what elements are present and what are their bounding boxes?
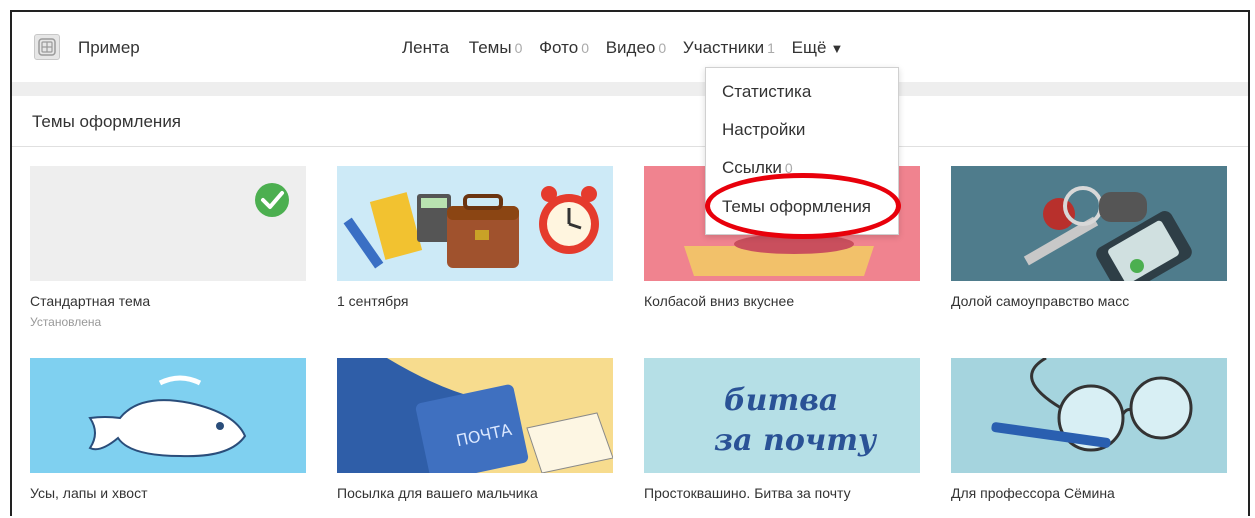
triangle-down-icon: ▼ bbox=[830, 41, 844, 56]
theme-name[interactable]: Колбасой вниз вкуснее bbox=[644, 293, 920, 309]
theme-card[interactable]: Для профессора Сёмина bbox=[951, 358, 1227, 501]
site-name[interactable]: Пример bbox=[78, 38, 140, 58]
battle-line-2: за почту bbox=[714, 423, 878, 458]
theme-card[interactable]: Стандартная тема Установлена bbox=[30, 166, 306, 329]
nav-label: Темы bbox=[468, 38, 512, 57]
section-header bbox=[12, 96, 1248, 147]
theme-card[interactable]: ПОЧТА Посылка для вашего мальчика bbox=[337, 358, 613, 501]
cloud-fish-illustration bbox=[88, 375, 247, 458]
nav-label: Видео bbox=[605, 38, 656, 57]
header-separator bbox=[12, 82, 1248, 96]
theme-name[interactable]: 1 сентября bbox=[337, 293, 613, 309]
nav-label: Фото bbox=[539, 38, 579, 57]
check-icon bbox=[255, 183, 289, 217]
menu-item-statistics[interactable]: Статистика bbox=[722, 82, 811, 102]
theme-card[interactable]: 1 сентября bbox=[337, 166, 613, 309]
nav-item-members[interactable]: Участники 1 bbox=[683, 38, 775, 58]
theme-card[interactable]: Долой самоуправство масс bbox=[951, 166, 1227, 309]
page-frame: Пример Лента Темы 0 Фото 0 Видео 0 Участник… bbox=[10, 10, 1250, 516]
nav-item-photos[interactable]: Фото 0 bbox=[539, 38, 589, 58]
nav-label: Ещё bbox=[791, 38, 827, 57]
theme-thumbnail[interactable]: битва за почту bbox=[644, 358, 920, 473]
menu-item-settings[interactable]: Настройки bbox=[722, 120, 805, 140]
theme-name[interactable]: Посылка для вашего мальчика bbox=[337, 485, 613, 501]
nav-count: 0 bbox=[581, 40, 589, 56]
nav-item-videos[interactable]: Видео 0 bbox=[606, 38, 666, 58]
nav-count: 1 bbox=[767, 40, 775, 56]
theme-card[interactable]: Усы, лапы и хвост bbox=[30, 358, 306, 501]
theme-thumbnail[interactable] bbox=[337, 166, 613, 281]
theme-thumbnail[interactable]: ПОЧТА bbox=[337, 358, 613, 473]
nav-item-topics[interactable]: Темы 0 bbox=[469, 38, 523, 58]
theme-thumbnail[interactable] bbox=[951, 358, 1227, 473]
theme-status: Установлена bbox=[30, 315, 102, 329]
theme-card[interactable]: битва за почту Простоквашино. Битва за п… bbox=[644, 358, 920, 501]
theme-name[interactable]: Усы, лапы и хвост bbox=[30, 485, 306, 501]
menu-label: Настройки bbox=[722, 120, 806, 139]
school-supplies-illustration bbox=[343, 186, 599, 269]
nav-count: 0 bbox=[658, 40, 667, 56]
group-avatar-icon[interactable] bbox=[34, 34, 60, 60]
theme-thumbnail[interactable] bbox=[951, 166, 1227, 281]
main-nav: Лента Темы 0 Фото 0 Видео 0 Участники 1 Ещё ▼ bbox=[402, 38, 855, 58]
lettering-illustration: битва за почту bbox=[714, 383, 878, 458]
nav-item-more[interactable]: Ещё ▼ bbox=[792, 38, 844, 58]
mailbag-illustration: ПОЧТА bbox=[337, 358, 613, 473]
nav-count: 0 bbox=[514, 40, 523, 56]
theme-thumbnail[interactable] bbox=[30, 166, 306, 281]
highlight-ring bbox=[705, 173, 901, 239]
glasses-illustration bbox=[991, 358, 1193, 452]
theme-name[interactable]: Для профессора Сёмина bbox=[951, 485, 1227, 501]
nav-label: Лента bbox=[402, 38, 450, 57]
menu-label: Статистика bbox=[722, 82, 812, 101]
keys-illustration bbox=[1023, 186, 1192, 281]
theme-thumbnail[interactable] bbox=[30, 358, 306, 473]
nav-item-feed[interactable]: Лента bbox=[402, 38, 452, 58]
theme-name[interactable]: Простоквашино. Битва за почту bbox=[644, 485, 920, 501]
top-bar: Пример Лента Темы 0 Фото 0 Видео 0 Участник… bbox=[12, 12, 1248, 82]
theme-name[interactable]: Стандартная тема bbox=[30, 293, 306, 309]
section-title: Темы оформления bbox=[32, 112, 182, 131]
battle-line-1: битва bbox=[724, 383, 838, 418]
theme-name[interactable]: Долой самоуправство масс bbox=[951, 293, 1227, 309]
nav-label: Участники bbox=[682, 38, 765, 57]
